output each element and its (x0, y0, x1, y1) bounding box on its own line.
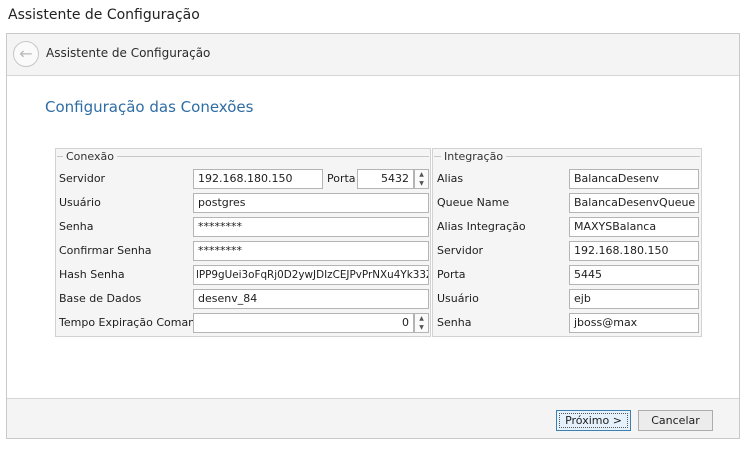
senha-input[interactable]: ******** (193, 217, 429, 237)
base-dados-label: Base de Dados (59, 292, 142, 305)
spin-down-icon[interactable]: ▼ (415, 323, 428, 332)
alias-integracao-label: Alias Integração (437, 220, 526, 233)
integracao-group-title: Integração (441, 150, 507, 163)
int-usuario-label: Usuário (437, 292, 479, 305)
tempo-expiracao-label: Tempo Expiração Comando (59, 316, 209, 329)
queue-name-label: Queue Name (437, 196, 510, 209)
alias-input[interactable]: BalancaDesenv (569, 169, 699, 189)
section-title: Configuração das Conexões (45, 98, 254, 116)
int-usuario-input[interactable]: ejb (569, 289, 699, 309)
usuario-input[interactable]: postgres (193, 193, 429, 213)
window-title: Assistente de Configuração (8, 7, 200, 23)
tempo-spinner[interactable]: ▲ ▼ (414, 313, 429, 333)
spin-up-icon[interactable]: ▲ (415, 170, 428, 179)
alias-integracao-input[interactable]: MAXYSBalanca (569, 217, 699, 237)
porta-label: Porta (327, 172, 356, 185)
hash-senha-label: Hash Senha (59, 268, 125, 281)
cancel-button[interactable]: Cancelar (638, 410, 713, 431)
tempo-expiracao-input[interactable]: 0 (193, 313, 414, 333)
cancel-button-label: Cancelar (651, 414, 700, 427)
window-titlebar: Assistente de Configuração (0, 0, 752, 33)
queue-name-input[interactable]: BalancaDesenvQueue (569, 193, 699, 213)
focus-rect (559, 413, 628, 428)
int-senha-input[interactable]: jboss@max (569, 313, 699, 333)
confirmar-senha-label: Confirmar Senha (59, 244, 152, 257)
usuario-label: Usuário (59, 196, 101, 209)
senha-label: Senha (59, 220, 94, 233)
spin-down-icon[interactable]: ▼ (415, 179, 428, 188)
back-arrow-icon[interactable]: ← (13, 41, 39, 67)
porta-spinner[interactable]: ▲ ▼ (414, 169, 429, 189)
servidor-input[interactable]: 192.168.180.150 (193, 169, 323, 189)
confirmar-senha-input[interactable]: ******** (193, 241, 429, 261)
int-servidor-label: Servidor (437, 244, 484, 257)
int-porta-input[interactable]: 5445 (569, 265, 699, 285)
wizard-header-title: Assistente de Configuração (46, 46, 211, 60)
servidor-label: Servidor (59, 172, 106, 185)
porta-input[interactable]: 5432 (357, 169, 414, 189)
base-dados-input[interactable]: desenv_84 (193, 289, 429, 309)
spin-up-icon[interactable]: ▲ (415, 314, 428, 323)
int-porta-label: Porta (437, 268, 466, 281)
int-servidor-input[interactable]: 192.168.180.150 (569, 241, 699, 261)
conexao-group-title: Conexão (63, 150, 117, 163)
int-senha-label: Senha (437, 316, 472, 329)
next-button[interactable]: Próximo > (556, 410, 631, 431)
hash-senha-input[interactable]: lPP9gUei3oFqRj0D2ywJDIzCEJPvPrNXu4Yk33ZS (193, 265, 429, 285)
alias-label: Alias (437, 172, 464, 185)
